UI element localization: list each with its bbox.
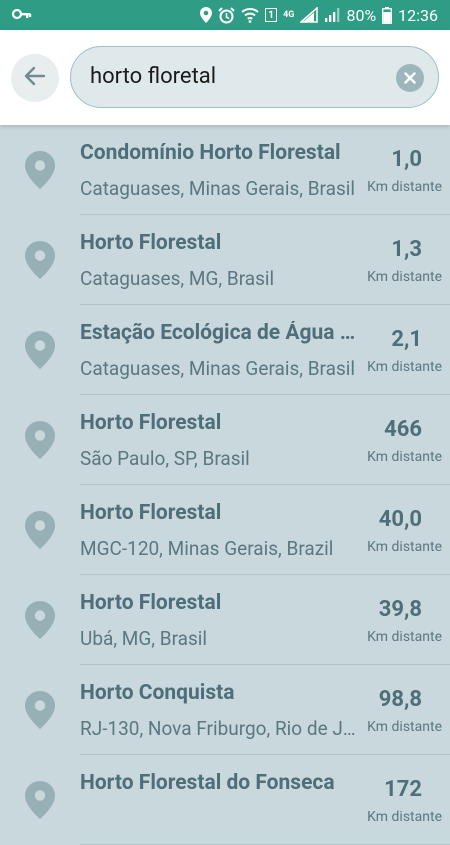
distance-unit: Km distante bbox=[367, 269, 442, 285]
distance-unit: Km distante bbox=[367, 179, 442, 195]
place-address: Cataguases, MG, Brasil bbox=[80, 267, 275, 290]
wifi-icon bbox=[241, 7, 259, 23]
location-pin-icon bbox=[25, 511, 55, 549]
distance-value: 1,0 bbox=[391, 147, 422, 172]
place-name: Horto Florestal bbox=[80, 411, 222, 435]
distance-value: 2,1 bbox=[391, 327, 422, 352]
status-bar: 1 4G 80% 12:36 bbox=[0, 0, 450, 30]
distance-value: 172 bbox=[384, 777, 422, 802]
status-right: 1 4G 80% 12:36 bbox=[200, 6, 438, 25]
location-pin-icon bbox=[25, 421, 55, 459]
arrow-left-icon bbox=[24, 66, 46, 90]
sim-slot-indicator: 1 bbox=[265, 8, 278, 22]
result-item[interactable]: Condomínio Horto Florestal Cataguases, Mi… bbox=[0, 125, 450, 215]
distance-value: 39,8 bbox=[378, 597, 422, 622]
place-address: Cataguases, Minas Gerais, Brasil bbox=[80, 177, 356, 200]
result-item[interactable]: Horto Florestal Ubá, MG, Brasil 39,8 Km dis… bbox=[0, 575, 450, 665]
place-address: Cataguases, Minas Gerais, Brasil bbox=[80, 357, 356, 380]
location-pin-icon bbox=[25, 241, 55, 279]
place-address: MGC-120, Minas Gerais, Brazil bbox=[80, 537, 334, 560]
location-pin-icon bbox=[25, 781, 55, 819]
distance-unit: Km distante bbox=[367, 719, 442, 735]
distance-value: 40,0 bbox=[378, 507, 422, 532]
vpn-key-icon bbox=[11, 6, 32, 24]
place-name: Condomínio Horto Florestal bbox=[80, 141, 341, 165]
result-item[interactable]: Horto Conquista RJ-130, Nova Friburgo, Ri… bbox=[0, 665, 450, 755]
place-address: Ubá, MG, Brasil bbox=[80, 627, 208, 650]
result-item[interactable]: Horto Florestal São Paulo, SP, Brasil 466 K… bbox=[0, 395, 450, 485]
location-pin-icon bbox=[25, 151, 55, 189]
signal-icon-2 bbox=[324, 7, 340, 23]
place-name: Horto Florestal bbox=[80, 591, 222, 615]
distance-unit: Km distante bbox=[367, 359, 442, 375]
status-left bbox=[11, 6, 32, 24]
clear-search-button[interactable] bbox=[396, 64, 424, 92]
place-name: Horto Florestal bbox=[80, 231, 222, 255]
network-type: 4G bbox=[283, 9, 295, 20]
signal-icon-1 bbox=[300, 7, 319, 23]
alarm-icon bbox=[218, 6, 235, 24]
location-pin-icon bbox=[25, 601, 55, 639]
result-item[interactable]: Horto Florestal Cataguases, MG, Brasil 1,3… bbox=[0, 215, 450, 305]
place-address: RJ-130, Nova Friburgo, Rio de Janeiro bbox=[80, 717, 360, 740]
place-name: Estação Ecológica de Água Limpa bbox=[80, 321, 362, 345]
distance-value: 98,8 bbox=[378, 687, 422, 712]
location-pin-icon bbox=[25, 331, 55, 369]
place-name: Horto Florestal bbox=[80, 501, 222, 525]
result-item[interactable]: Horto Florestal do Fonseca 172 Km distante bbox=[0, 755, 450, 845]
result-item[interactable]: Estação Ecológica de Água Limpa Cataguase… bbox=[0, 305, 450, 395]
clock: 12:36 bbox=[398, 5, 438, 25]
place-address: São Paulo, SP, Brasil bbox=[80, 447, 250, 470]
place-name: Horto Conquista bbox=[80, 681, 235, 705]
search-query-text[interactable]: horto floretal bbox=[90, 64, 216, 89]
distance-value: 1,3 bbox=[391, 237, 422, 262]
result-item[interactable]: Horto Florestal MGC-120, Minas Gerais, Br… bbox=[0, 485, 450, 575]
distance-unit: Km distante bbox=[367, 449, 442, 465]
search-input[interactable]: horto floretal bbox=[70, 46, 439, 108]
distance-unit: Km distante bbox=[367, 539, 442, 555]
place-name: Horto Florestal do Fonseca bbox=[80, 771, 335, 795]
close-icon bbox=[404, 69, 416, 88]
search-header: horto floretal bbox=[0, 30, 450, 125]
distance-unit: Km distante bbox=[367, 629, 442, 645]
battery-icon bbox=[382, 6, 393, 24]
distance-value: 466 bbox=[384, 417, 422, 442]
results-list: Condomínio Horto Florestal Cataguases, Mi… bbox=[0, 125, 450, 845]
back-button[interactable] bbox=[11, 54, 59, 102]
distance-unit: Km distante bbox=[367, 809, 442, 825]
location-pin-icon bbox=[25, 691, 55, 729]
location-icon bbox=[200, 7, 213, 23]
battery-percent: 80% bbox=[346, 5, 377, 25]
